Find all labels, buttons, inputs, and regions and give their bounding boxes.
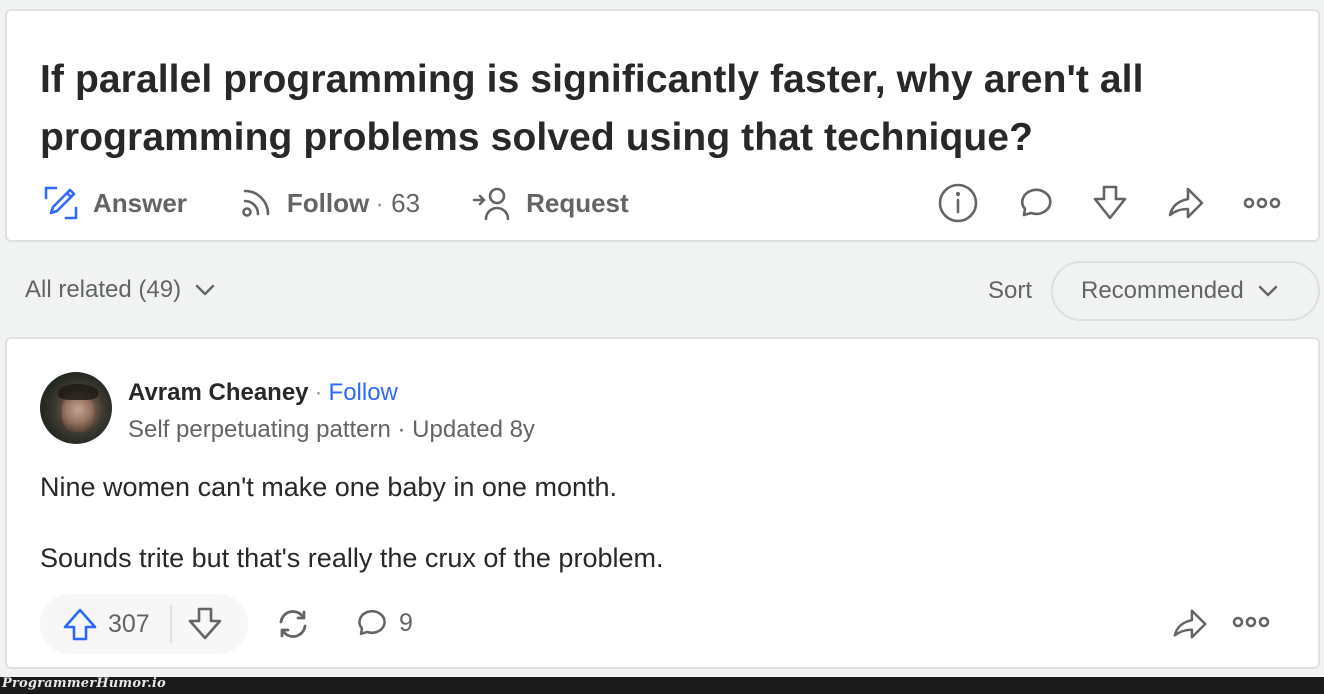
share-icon — [1173, 609, 1207, 639]
filter-bar: All related (49) Sort Recommended — [0, 258, 1324, 324]
all-related-label: All related (49) — [25, 276, 182, 303]
upvote-count: 307 — [108, 609, 150, 638]
pencil-icon — [44, 186, 78, 220]
answer-body: Nine women can't make one baby in one mo… — [40, 469, 663, 611]
follow-label: Follow — [286, 187, 370, 218]
request-label: Request — [526, 187, 629, 218]
vote-pill: 307 — [40, 594, 248, 654]
all-related-dropdown[interactable]: All related (49) — [25, 276, 215, 304]
watermark-bar: ProgrammerHumor.io — [0, 676, 1324, 694]
author-line: Avram Cheaney · Follow — [128, 379, 398, 407]
more-icon — [1232, 616, 1270, 628]
follow-author-link[interactable]: Follow — [329, 379, 398, 407]
author-credential: Self perpetuating pattern · Updated 8y — [128, 416, 535, 443]
chevron-down-icon — [1258, 285, 1277, 297]
comment-count: 9 — [399, 608, 413, 637]
downvote-icon — [1093, 185, 1127, 220]
answer-card: Avram Cheaney · Follow Self perpetuating… — [5, 337, 1320, 669]
upvote-icon — [63, 608, 97, 641]
downvote-icon — [188, 607, 222, 640]
comment-icon — [1020, 188, 1052, 217]
answer-button[interactable]: Answer — [43, 183, 187, 223]
follow-count-value: 63 — [391, 187, 421, 218]
more-options-button[interactable] — [1240, 181, 1284, 225]
chevron-down-icon — [195, 284, 215, 296]
author-avatar[interactable] — [40, 372, 112, 444]
share-answer-button[interactable] — [1171, 605, 1209, 648]
author-separator: · — [314, 379, 323, 406]
info-button[interactable] — [936, 181, 980, 225]
author-name[interactable]: Avram Cheaney — [128, 379, 309, 407]
downvote-question-button[interactable] — [1088, 181, 1132, 225]
answer-paragraph: Sounds trite but that's really the crux … — [40, 543, 664, 573]
question-icon-bar — [904, 183, 1284, 223]
follow-count: · 63 — [375, 188, 420, 219]
request-person-icon — [472, 187, 510, 220]
reshare-button[interactable] — [275, 606, 311, 647]
question-title[interactable]: If parallel programming is significantly… — [40, 51, 1280, 167]
comment-button[interactable] — [1012, 181, 1056, 225]
sort-label: Sort — [988, 277, 1033, 304]
more-icon — [1243, 197, 1281, 209]
answer-more-options-button[interactable] — [1231, 615, 1271, 634]
request-button[interactable]: Request — [472, 183, 629, 223]
answer-label: Answer — [93, 187, 187, 218]
sort-dropdown[interactable]: Recommended — [1051, 261, 1320, 321]
follow-question-button[interactable]: Follow · 63 — [239, 183, 420, 223]
share-icon — [1168, 187, 1204, 219]
question-action-bar: Answer Follow · 63 Request — [43, 183, 681, 223]
follow-separator: · — [375, 187, 384, 218]
share-question-button[interactable] — [1164, 181, 1208, 225]
rss-follow-icon — [242, 189, 270, 217]
sort-value: Recommended — [1081, 277, 1244, 304]
watermark-text: ProgrammerHumor.io — [2, 676, 166, 691]
upvote-button[interactable]: 307 — [40, 594, 150, 654]
answer-paragraph: Nine women can't make one baby in one mo… — [40, 472, 617, 502]
downvote-answer-button[interactable] — [172, 594, 238, 654]
reshare-icon — [279, 610, 307, 638]
comments-button[interactable]: 9 — [353, 606, 413, 640]
info-icon — [938, 183, 978, 223]
question-card: If parallel programming is significantly… — [5, 9, 1320, 242]
comment-icon — [358, 610, 386, 635]
